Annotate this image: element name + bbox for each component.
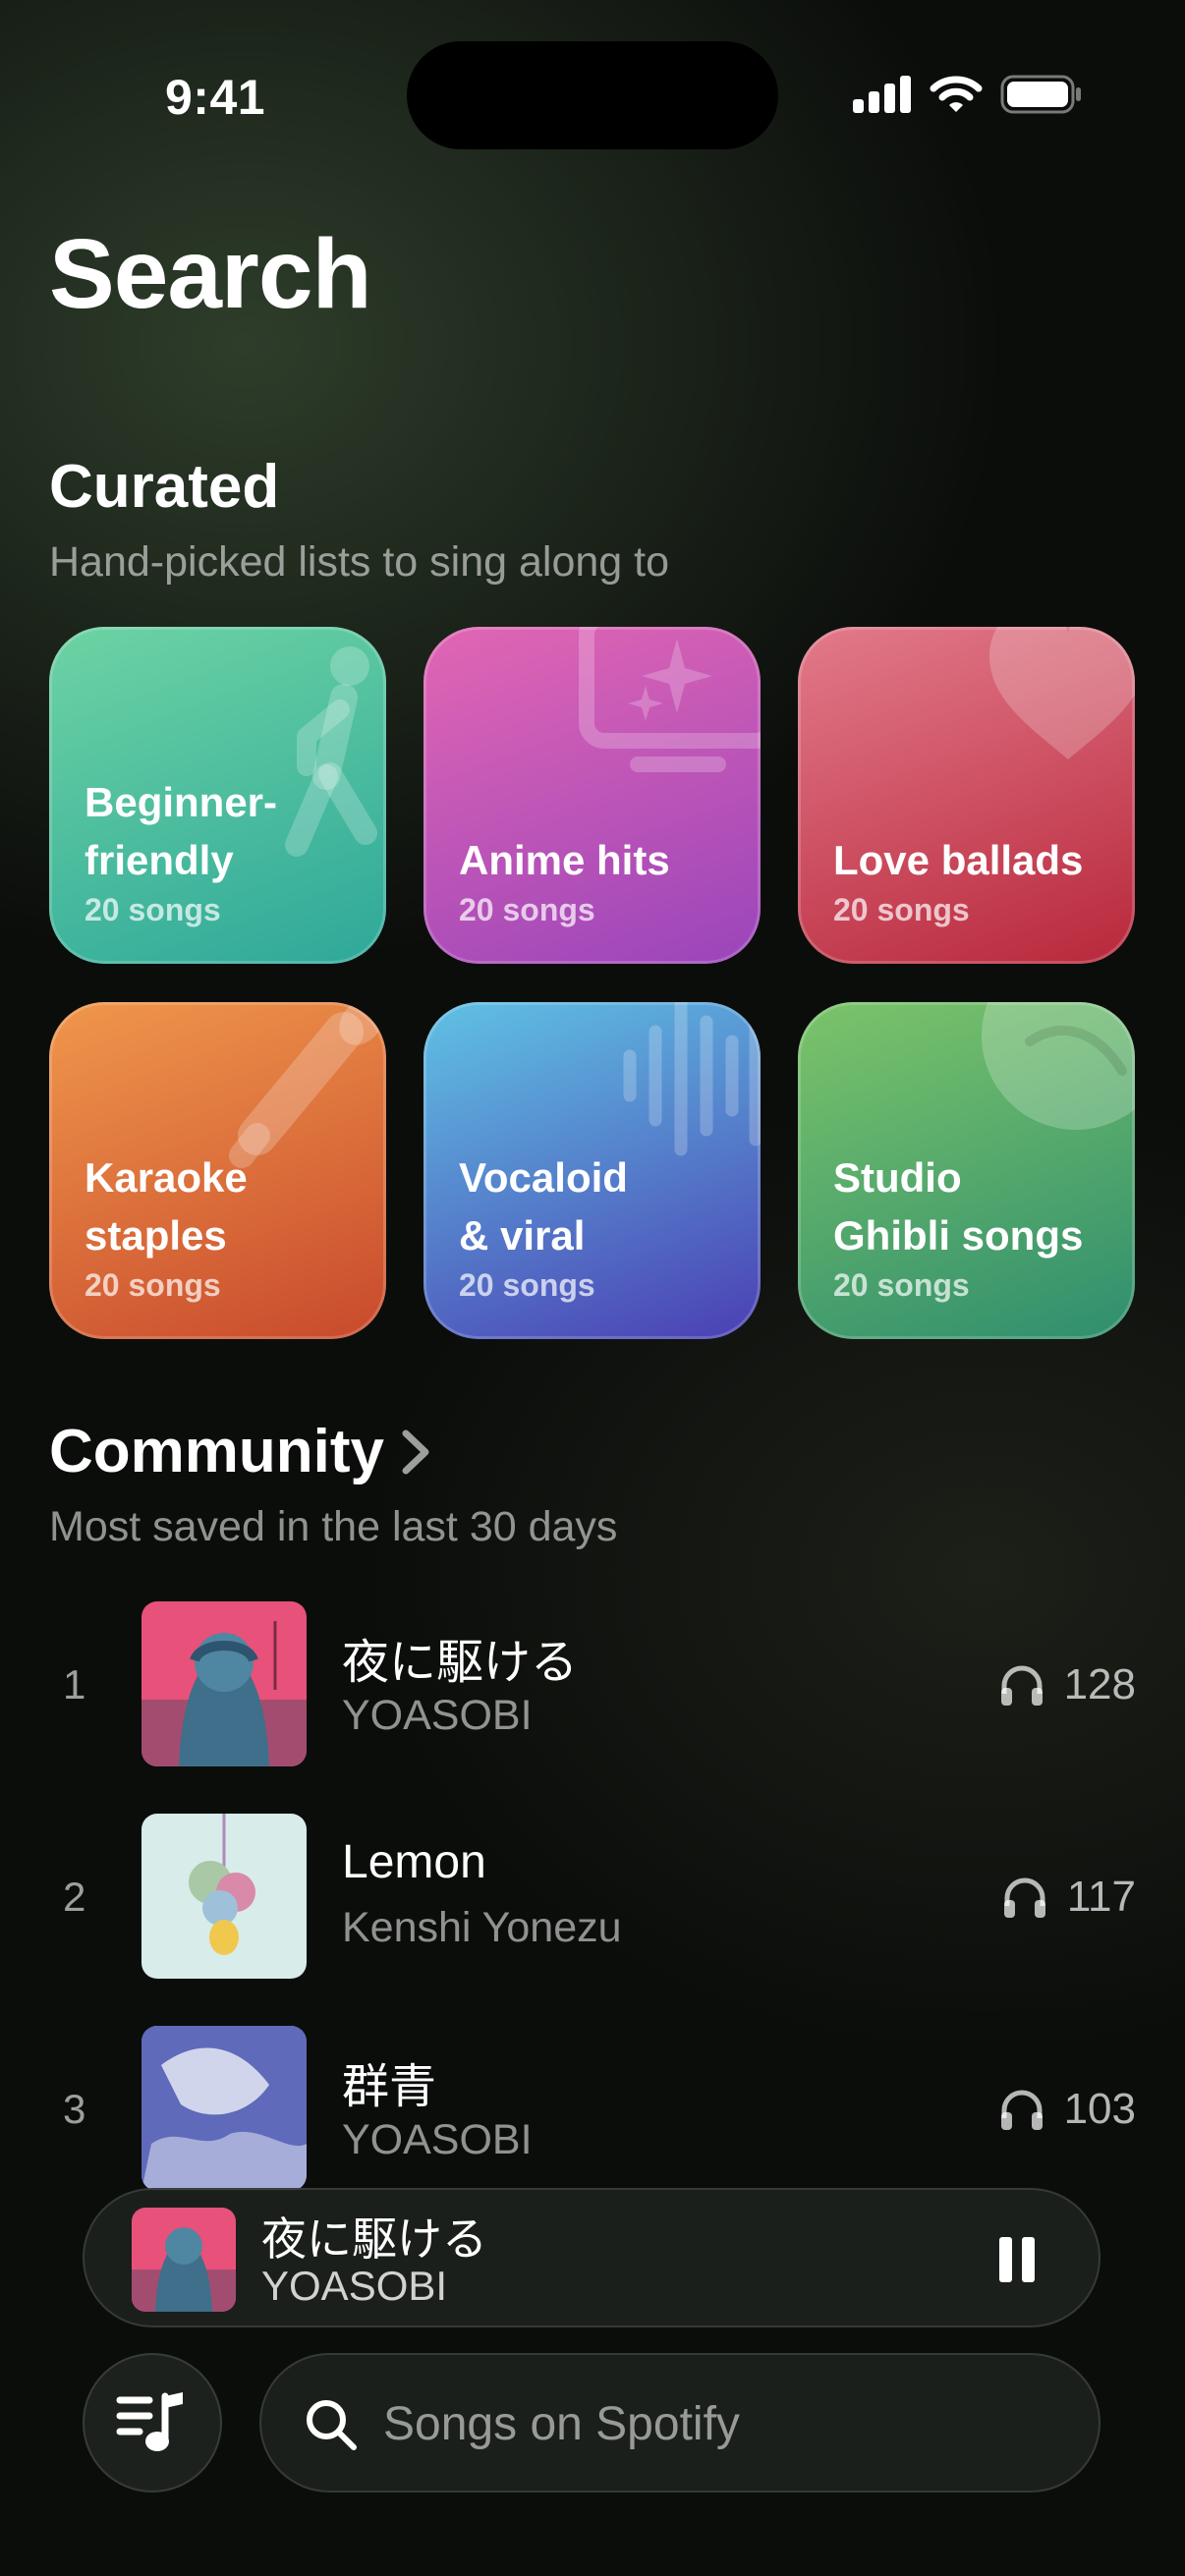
music-queue-icon <box>116 2392 183 2451</box>
page-title: Search <box>49 219 372 329</box>
playlist-tile-karaoke-staples[interactable]: Karaoke staples 20 songs <box>49 1002 386 1339</box>
tile-count: 20 songs <box>833 1267 970 1303</box>
cellular-signal-icon <box>853 76 911 113</box>
dynamic-island <box>407 41 778 149</box>
chevron-right-icon <box>402 1429 429 1474</box>
artist-name: YOASOBI <box>342 1692 533 1739</box>
now-playing-title: 夜に駆ける <box>261 2213 487 2265</box>
album-cover-lemon <box>141 1814 307 1979</box>
song-title: Lemon <box>342 1836 486 1888</box>
tile-count: 20 songs <box>459 1267 595 1303</box>
tile-title: Beginner- friendly <box>85 778 278 884</box>
play-count: 128 <box>997 1660 1136 1709</box>
album-cover-gunjou <box>141 2026 307 2191</box>
tile-title: Karaoke staples <box>85 1153 248 1260</box>
battery-icon <box>1000 75 1081 114</box>
status-icons <box>853 75 1083 114</box>
song-title: 夜に駆ける <box>342 1637 579 1689</box>
playlist-tile-studio-ghibli-songs[interactable]: Studio Ghibli songs 20 songs <box>798 1002 1135 1339</box>
pause-icon <box>999 2237 1035 2282</box>
status-time: 9:41 <box>165 70 266 125</box>
album-cover-yoru-ni-kakeru <box>141 1601 307 1766</box>
tile-count: 20 songs <box>833 892 970 927</box>
tile-title: Anime hits <box>459 837 670 884</box>
tile-count: 20 songs <box>459 892 595 927</box>
song-row[interactable]: 2 Lemon Kenshi Yonezu 117 <box>0 1814 1185 1981</box>
tile-count: 20 songs <box>85 1267 221 1303</box>
play-count: 117 <box>1000 1873 1136 1922</box>
tile-title: Love ballads <box>833 837 1084 884</box>
artist-name: YOASOBI <box>342 2116 533 2163</box>
pause-button[interactable] <box>983 2225 1051 2294</box>
queue-button[interactable] <box>83 2353 222 2492</box>
tile-count: 20 songs <box>85 892 221 927</box>
tile-title: Vocaloid & viral <box>459 1153 628 1260</box>
playlist-tile-love-ballads[interactable]: Love ballads 20 songs <box>798 627 1135 964</box>
headphones-icon <box>1003 1877 1045 1918</box>
curated-subtitle: Hand-picked lists to sing along to <box>49 538 670 586</box>
artist-name: Kenshi Yonezu <box>342 1904 622 1951</box>
wifi-icon <box>930 76 983 112</box>
playlist-tile-beginner-friendly[interactable]: Beginner- friendly 20 songs <box>49 627 386 964</box>
curated-title: Curated <box>49 452 279 522</box>
play-count-value: 117 <box>1066 1873 1136 1921</box>
mini-player[interactable]: 夜に駆ける YOASOBI <box>83 2188 1100 2327</box>
rank-number: 2 <box>63 1874 86 1920</box>
search-input[interactable] <box>383 2382 1051 2465</box>
headphones-icon <box>1000 1665 1043 1706</box>
play-count-value: 128 <box>1063 1660 1136 1708</box>
tile-title: Studio Ghibli songs <box>833 1153 1084 1260</box>
headphones-icon <box>1000 2090 1043 2130</box>
community-subtitle: Most saved in the last 30 days <box>49 1503 618 1550</box>
search-icon <box>307 2400 357 2450</box>
song-row[interactable]: 1 夜に駆ける YOASOBI 128 <box>0 1601 1185 1768</box>
song-title: 群青 <box>342 2061 437 2113</box>
playlist-tile-vocaloid-viral[interactable]: Vocaloid & viral 20 songs <box>423 1002 761 1339</box>
song-row[interactable]: 3 群青 YOASOBI 103 <box>0 2026 1185 2193</box>
curated-title-label: Curated <box>49 453 280 521</box>
community-title-label: Community <box>49 1418 384 1485</box>
community-title[interactable]: Community <box>49 1417 431 1486</box>
now-playing-cover <box>132 2208 236 2312</box>
rank-number: 1 <box>63 1661 86 1708</box>
rank-number: 3 <box>63 2086 86 2132</box>
playlist-tile-anime-hits[interactable]: Anime hits 20 songs <box>423 627 761 964</box>
play-count-value: 103 <box>1063 2085 1136 2133</box>
now-playing-artist: YOASOBI <box>261 2263 448 2309</box>
search-bar[interactable] <box>259 2353 1100 2492</box>
play-count: 103 <box>997 2085 1136 2134</box>
